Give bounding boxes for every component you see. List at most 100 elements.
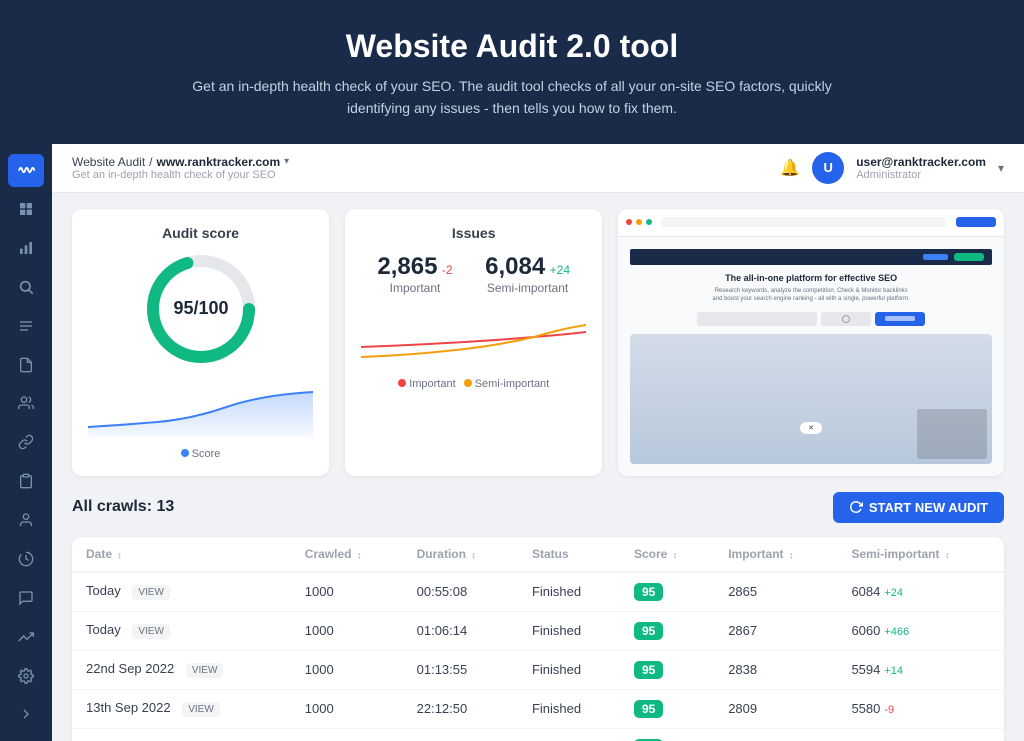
sidebar-item-chart[interactable] [8, 232, 44, 265]
cell-important: 2838 [714, 650, 837, 689]
app-body: Website Audit / www.ranktracker.com ▾ Ge… [0, 144, 1024, 741]
crawls-header: All crawls: 13 START NEW AUDIT [72, 492, 1004, 523]
cell-duration: 22:12:50 [403, 689, 518, 728]
user-dropdown-icon[interactable]: ▾ [998, 161, 1004, 175]
cell-score: 95 [620, 689, 714, 728]
important-label: Important [377, 281, 452, 295]
table-header: Date ↕ Crawled ↕ Duration ↕ Status Score… [72, 537, 1004, 572]
sort-important-icon[interactable]: ↕ [789, 550, 794, 560]
crawls-table: Date ↕ Crawled ↕ Duration ↕ Status Score… [72, 537, 1004, 741]
sort-duration-icon[interactable]: ↕ [471, 550, 476, 560]
sidebar-item-wave[interactable] [8, 154, 44, 187]
col-semi: Semi-important ↕ [837, 537, 1004, 572]
sidebar-item-clipboard[interactable] [8, 465, 44, 498]
refresh-icon [849, 500, 863, 514]
sidebar-item-dashboard[interactable] [8, 193, 44, 226]
sort-date-icon[interactable]: ↕ [117, 550, 122, 560]
breadcrumb: Website Audit / www.ranktracker.com ▾ [72, 155, 289, 169]
cell-important: 2809 [714, 728, 837, 741]
topbar-left: Website Audit / www.ranktracker.com ▾ Ge… [72, 155, 289, 181]
chevron-down-icon: ▾ [284, 156, 289, 167]
semi-count: 6,084 +24 [485, 253, 570, 281]
cell-semi: 6060+466 [837, 611, 1004, 650]
cell-score: 95 [620, 572, 714, 612]
cell-crawled: 1000 [291, 689, 403, 728]
browser-body: The all-in-one platform for effective SE… [618, 237, 1004, 476]
site-headline: The all-in-one platform for effective SE… [725, 273, 897, 283]
cell-crawled: 1000 [291, 572, 403, 612]
view-button[interactable]: VIEW [182, 702, 220, 717]
issues-legend: Important Semi-important [361, 378, 586, 390]
table-row: 9th Sep 2022 VIEW 1000 00:57:07 Finished… [72, 728, 1004, 741]
sidebar-item-organic[interactable] [8, 543, 44, 576]
cards-row: Audit score 95/100 [72, 209, 1004, 476]
issues-card: Issues 2,865 -2 Important 6,084 [345, 209, 602, 476]
content-area: Website Audit / www.ranktracker.com ▾ Ge… [52, 144, 1024, 741]
sidebar-item-search[interactable] [8, 270, 44, 303]
sidebar-item-settings[interactable] [8, 659, 44, 692]
issues-trend-chart [361, 307, 586, 367]
semi-stat: 6,084 +24 Semi-important [485, 253, 570, 295]
sidebar-item-list[interactable] [8, 309, 44, 342]
sidebar-item-user[interactable] [8, 504, 44, 537]
topbar-right: 🔔 U user@ranktracker.com Administrator ▾ [780, 152, 1004, 184]
cell-status: Finished [518, 689, 620, 728]
col-score: Score ↕ [620, 537, 714, 572]
cell-date: 9th Sep 2022 VIEW [72, 728, 291, 741]
col-crawled: Crawled ↕ [291, 537, 403, 572]
cell-duration: 01:13:55 [403, 650, 518, 689]
cell-date: Today VIEW [72, 572, 291, 612]
sidebar-item-users[interactable] [8, 387, 44, 420]
site-subtitle: Get an in-depth health check of your SEO [72, 169, 289, 181]
view-button[interactable]: VIEW [132, 585, 170, 600]
cell-status: Finished [518, 728, 620, 741]
cell-date: Today VIEW [72, 611, 291, 650]
audit-score-title: Audit score [88, 225, 313, 241]
cell-semi: 5589+11 [837, 728, 1004, 741]
col-status: Status [518, 537, 620, 572]
cell-crawled: 1000 [291, 728, 403, 741]
user-info: user@ranktracker.com Administrator [856, 155, 986, 181]
table-row: 13th Sep 2022 VIEW 1000 22:12:50 Finishe… [72, 689, 1004, 728]
sort-crawled-icon[interactable]: ↕ [357, 550, 362, 560]
crawls-data-table: Date ↕ Crawled ↕ Duration ↕ Status Score… [72, 537, 1004, 741]
cell-duration: 00:55:08 [403, 572, 518, 612]
cell-duration: 00:57:07 [403, 728, 518, 741]
sidebar [0, 144, 52, 741]
cell-important: 2865 [714, 572, 837, 612]
crawls-title: All crawls: 13 [72, 498, 174, 516]
hero-section: Website Audit 2.0 tool Get an in-depth h… [0, 0, 1024, 144]
sort-score-icon[interactable]: ↕ [673, 550, 678, 560]
semi-label: Semi-important [485, 281, 570, 295]
view-button[interactable]: VIEW [132, 624, 170, 639]
important-stat: 2,865 -2 Important [377, 253, 452, 295]
cell-crawled: 1000 [291, 611, 403, 650]
sort-semi-icon[interactable]: ↕ [945, 550, 950, 560]
browser-topbar [618, 209, 1004, 237]
view-button[interactable]: VIEW [186, 663, 224, 678]
table-row: Today VIEW 1000 00:55:08 Finished 95 286… [72, 572, 1004, 612]
score-legend: Score [88, 448, 313, 460]
start-new-audit-button[interactable]: START NEW AUDIT [833, 492, 1004, 523]
cell-important: 2809 [714, 689, 837, 728]
cell-date: 13th Sep 2022 VIEW [72, 689, 291, 728]
sidebar-item-link[interactable] [8, 426, 44, 459]
svg-text:95/100: 95/100 [173, 298, 228, 318]
user-email: user@ranktracker.com [856, 155, 986, 169]
col-date: Date ↕ [72, 537, 291, 572]
sidebar-item-trending[interactable] [8, 620, 44, 653]
cell-crawled: 1000 [291, 650, 403, 689]
cell-score: 95 [620, 728, 714, 741]
sidebar-item-message[interactable] [8, 581, 44, 614]
site-desc: Research keywords, analyze the competiti… [711, 287, 911, 304]
sidebar-item-document[interactable] [8, 348, 44, 381]
site-preview: The all-in-one platform for effective SE… [618, 209, 1004, 476]
site-url[interactable]: www.ranktracker.com [157, 155, 281, 169]
sidebar-item-expand[interactable] [8, 698, 44, 731]
screenshot-card: The all-in-one platform for effective SE… [618, 209, 1004, 476]
cell-important: 2867 [714, 611, 837, 650]
cell-semi: 6084+24 [837, 572, 1004, 612]
breadcrumb-base: Website Audit [72, 155, 145, 169]
notification-bell-icon[interactable]: 🔔 [780, 158, 800, 178]
issues-stats: 2,865 -2 Important 6,084 +24 Semi-import… [361, 253, 586, 295]
